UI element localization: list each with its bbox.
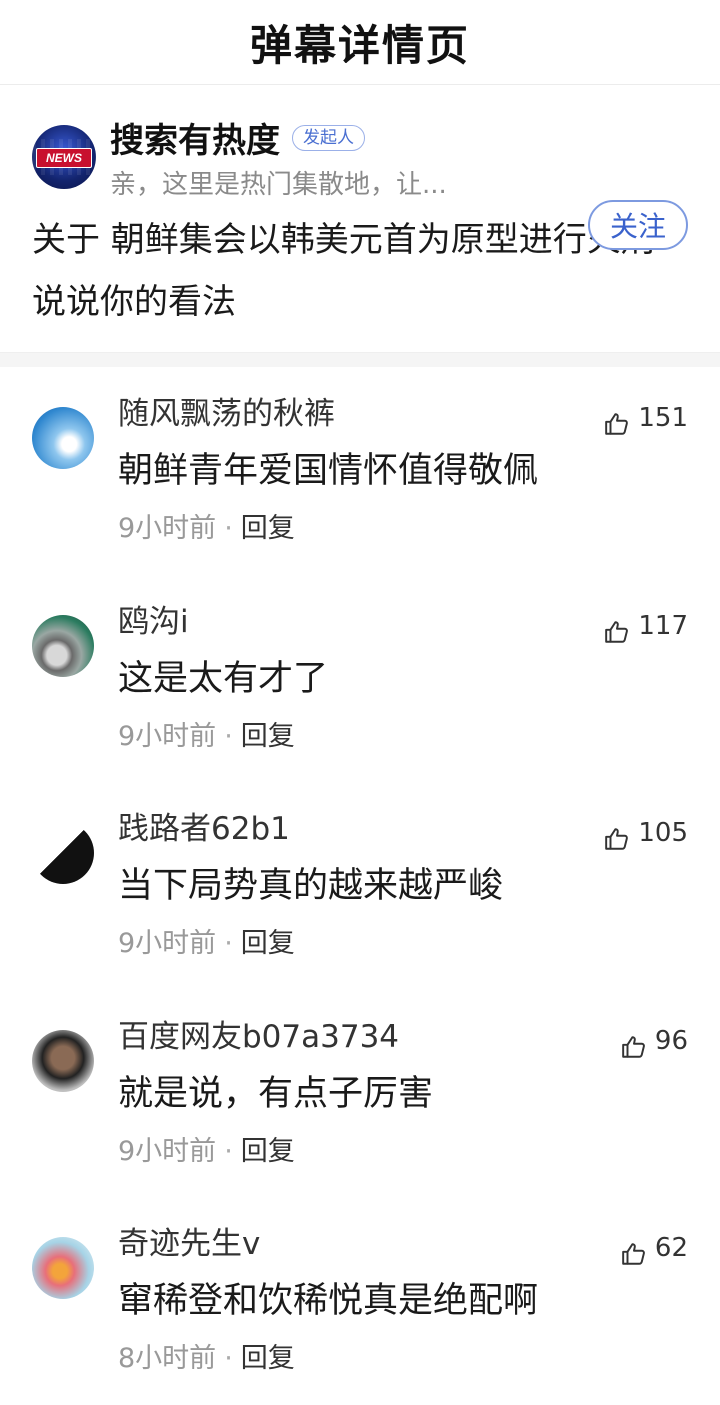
news-logo: NEWS	[36, 148, 92, 168]
reply-button[interactable]: 回复	[241, 513, 295, 544]
meta-separator: ·	[224, 1343, 233, 1374]
user-avatar[interactable]	[32, 1029, 94, 1092]
comment-text: 朝鲜青年爱国情怀值得敬佩	[118, 451, 539, 491]
comment-username[interactable]: 奇迹先生v	[118, 1223, 688, 1265]
comment-meta: 9小时前 · 回复	[118, 1134, 688, 1170]
comment-item: 百度网友b07a3734 就是说，有点子厉害 9小时前 · 回复 96	[0, 990, 720, 1198]
section-divider	[0, 352, 720, 367]
poster-name[interactable]: 搜索有热度	[110, 113, 280, 162]
comment-meta: 9小时前 · 回复	[118, 926, 688, 962]
reply-button[interactable]: 回复	[241, 1343, 295, 1374]
reply-button[interactable]: 回复	[241, 928, 295, 959]
like-count: 96	[654, 1025, 688, 1056]
comment-time: 8小时前	[118, 1343, 217, 1374]
reply-button[interactable]: 回复	[241, 721, 295, 752]
comment-username[interactable]: 践路者62b1	[118, 808, 688, 850]
like-button[interactable]: 62	[621, 1233, 688, 1267]
like-button[interactable]: 105	[604, 818, 688, 852]
comment-username[interactable]: 随风飘荡的秋裤	[118, 393, 688, 435]
page-title: 弹幕详情页	[249, 20, 470, 70]
comment-list: 随风飘荡的秋裤 朝鲜青年爱国情怀值得敬佩 9小时前 · 回复 151 鸥沟i 这是太…	[0, 367, 720, 1405]
comment-item: 随风飘荡的秋裤 朝鲜青年爱国情怀值得敬佩 9小时前 · 回复 151	[0, 367, 720, 575]
thumbs-up-icon	[605, 620, 629, 643]
follow-button[interactable]: 关注	[588, 200, 688, 250]
comment-username[interactable]: 鸥沟i	[118, 601, 688, 643]
meta-separator: ·	[224, 513, 233, 544]
meta-separator: ·	[224, 720, 233, 752]
thumbs-up-icon	[622, 1243, 645, 1265]
user-avatar[interactable]	[32, 1237, 94, 1299]
comment-time: 9小时前	[118, 720, 217, 752]
like-button[interactable]: 117	[604, 611, 688, 645]
comment-time: 9小时前	[118, 1135, 217, 1167]
thumbs-up-icon	[605, 413, 629, 435]
reply-button[interactable]: 回复	[241, 1136, 295, 1167]
poster-avatar[interactable]: NEWS	[32, 125, 96, 189]
user-avatar[interactable]	[32, 822, 94, 884]
comment-time: 9小时前	[118, 513, 217, 544]
like-count: 62	[654, 1233, 688, 1263]
meta-separator: ·	[224, 928, 233, 959]
user-avatar[interactable]	[32, 614, 94, 677]
comment-text: 当下局势真的越来越严峻	[118, 866, 504, 906]
thumbs-up-icon	[605, 828, 629, 850]
initiator-badge: 发起人	[292, 124, 365, 151]
comment-item: 奇迹先生v 窜稀登和饮稀悦真是绝配啊 8小时前 · 回复 62	[0, 1197, 720, 1405]
poster-card: NEWS 搜索有热度 发起人 亲，这里是热门集散地，让... 关注 关于 朝鲜集…	[0, 85, 720, 352]
like-count: 151	[638, 403, 688, 433]
comment-item: 鸥沟i 这是太有才了 9小时前 · 回复 117	[0, 575, 720, 783]
page-header: 弹幕详情页	[0, 0, 720, 85]
poster-description: 亲，这里是热门集散地，让...	[110, 170, 447, 200]
comment-item: 践路者62b1 当下局势真的越来越严峻 9小时前 · 回复 105	[0, 782, 720, 990]
user-avatar[interactable]	[32, 407, 94, 469]
comment-text: 窜稀登和饮稀悦真是绝配啊	[118, 1281, 539, 1321]
comment-text: 就是说，有点子厉害	[118, 1073, 434, 1114]
like-button[interactable]: 151	[604, 403, 688, 437]
comment-meta: 9小时前 · 回复	[118, 719, 688, 755]
comment-text: 这是太有才了	[118, 658, 329, 699]
like-button[interactable]: 96	[621, 1026, 688, 1060]
comment-meta: 9小时前 · 回复	[118, 511, 688, 547]
meta-separator: ·	[224, 1135, 233, 1167]
comment-meta: 8小时前 · 回复	[118, 1341, 688, 1377]
comment-time: 9小时前	[118, 928, 217, 959]
like-count: 117	[638, 610, 688, 641]
thumbs-up-icon	[622, 1035, 645, 1058]
like-count: 105	[638, 818, 688, 848]
comment-username[interactable]: 百度网友b07a3734	[118, 1016, 688, 1058]
